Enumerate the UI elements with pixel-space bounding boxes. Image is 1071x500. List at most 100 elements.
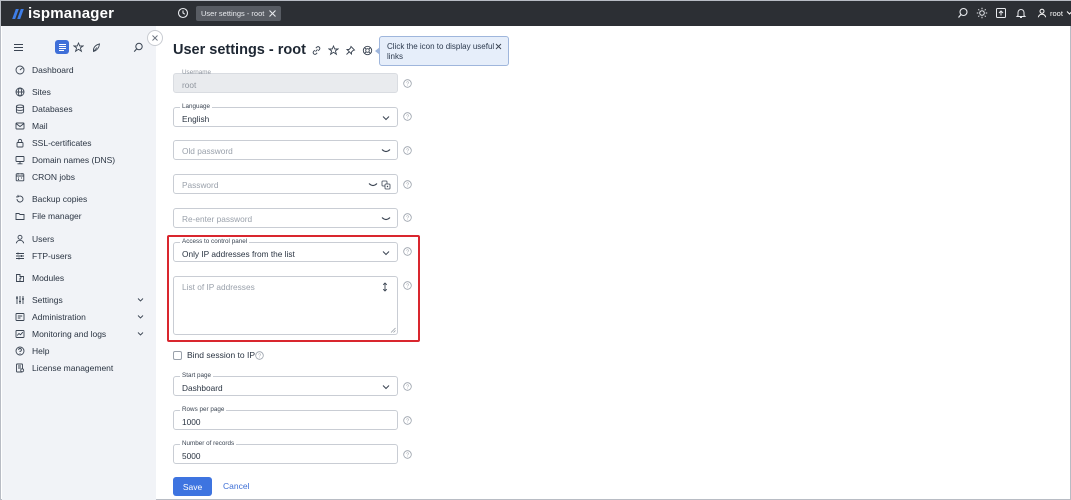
sidebar-item-modules[interactable]: Modules (2, 270, 156, 286)
page-title: User settings - root (173, 42, 306, 58)
hamburger-menu-icon[interactable] (13, 42, 24, 53)
generate-password-icon[interactable] (381, 180, 391, 190)
sidebar-item-dashboard[interactable]: Dashboard (2, 62, 156, 78)
upload-icon[interactable] (995, 7, 1007, 19)
tooltip-close-icon[interactable] (495, 43, 502, 50)
monitoring-icon (15, 330, 25, 338)
theme-sun-icon[interactable] (976, 7, 988, 19)
user-menu[interactable]: root (1037, 6, 1071, 20)
sidebar-item-license-management[interactable]: License management (2, 360, 156, 376)
star-icon[interactable] (73, 42, 84, 53)
sidebar-item-label: Modules (32, 273, 65, 283)
help-icon[interactable]: ? (403, 146, 412, 155)
mail-icon (15, 122, 25, 130)
app-window: ispmanager User settings - root root Das… (0, 0, 1071, 500)
menu-view-button[interactable] (55, 40, 69, 54)
svg-text:?: ? (406, 453, 409, 459)
ftp-icon (16, 252, 24, 260)
search-icon[interactable] (957, 7, 969, 19)
sidebar-item-sites[interactable]: Sites (2, 84, 156, 100)
svg-text:?: ? (406, 82, 409, 88)
svg-text:?: ? (406, 115, 409, 121)
lock-icon (16, 138, 24, 148)
database-icon (15, 104, 25, 114)
tab-label: User settings - root (201, 9, 265, 18)
number-of-records-field[interactable]: Number of records 5000 (173, 440, 398, 464)
sidebar-item-label: License management (32, 363, 114, 373)
language-value: English (182, 114, 210, 124)
sidebar-item-backup-copies[interactable]: Backup copies (2, 191, 156, 207)
help-icon[interactable]: ? (403, 450, 412, 459)
tooltip-text: Click the icon to display useful links (387, 42, 495, 61)
svg-text:?: ? (406, 385, 409, 391)
number-of-records-label: Number of records (180, 440, 237, 448)
password-placeholder: Password (182, 180, 219, 190)
reenter-password-field[interactable]: Re-enter password (173, 208, 398, 228)
bind-session-checkbox[interactable] (173, 351, 182, 360)
sidebar-item-mail[interactable]: Mail (2, 118, 156, 134)
eye-closed-icon[interactable] (381, 216, 391, 222)
help-icon (15, 346, 25, 356)
sidebar-search-icon[interactable] (133, 42, 144, 53)
folder-icon (15, 213, 25, 220)
collapse-sidebar-button[interactable] (147, 30, 163, 46)
rows-per-page-field[interactable]: Rows per page 1000 (173, 406, 398, 430)
history-icon[interactable] (177, 7, 189, 19)
eye-closed-icon[interactable] (381, 148, 391, 154)
help-icon[interactable]: ? (403, 180, 412, 189)
link-icon[interactable] (311, 45, 322, 56)
useful-links-icon[interactable] (362, 45, 373, 56)
help-icon[interactable]: ? (403, 79, 412, 88)
sidebar-item-ftp-users[interactable]: FTP-users (2, 248, 156, 264)
notifications-bell-icon[interactable] (1015, 7, 1027, 19)
sidebar-item-users[interactable]: Users (2, 231, 156, 247)
password-field[interactable]: Password (173, 174, 398, 194)
reenter-password-placeholder: Re-enter password (182, 214, 253, 224)
language-label: Language (180, 103, 213, 111)
sidebar-item-administration[interactable]: Administration (2, 309, 156, 325)
start-page-select[interactable]: Start page Dashboard (173, 372, 398, 396)
chevron-down-icon (382, 385, 390, 390)
favorite-star-icon[interactable] (328, 45, 339, 56)
sidebar-item-databases[interactable]: Databases (2, 101, 156, 117)
sidebar-item-monitoring-and-logs[interactable]: Monitoring and logs (2, 326, 156, 342)
administration-icon (15, 313, 25, 321)
dns-icon (15, 156, 25, 165)
sidebar-item-label: File manager (32, 211, 82, 221)
tab-close-icon[interactable] (268, 9, 277, 18)
sidebar-item-domain-names-dns[interactable]: Domain names (DNS) (2, 152, 156, 168)
sidebar-item-ssl-certificates[interactable]: SSL-certificates (2, 135, 156, 151)
sidebar-item-label: Monitoring and logs (32, 329, 107, 339)
help-icon[interactable]: ? (403, 416, 412, 425)
modules-icon (16, 274, 24, 282)
old-password-field[interactable]: Old password (173, 140, 398, 160)
tab-user-settings[interactable]: User settings - root (196, 6, 282, 21)
sidebar-item-file-manager[interactable]: File manager (2, 208, 156, 224)
help-icon[interactable]: ? (403, 213, 412, 222)
help-icon[interactable]: ? (403, 382, 412, 391)
help-icon[interactable]: ? (255, 351, 264, 360)
chevron-down-icon (137, 315, 144, 319)
sidebar-item-label: Administration (32, 312, 86, 322)
logo[interactable]: ispmanager (12, 4, 114, 22)
sidebar-toolbar (2, 40, 156, 56)
number-of-records-value: 5000 (182, 451, 201, 461)
sidebar-item-label: Sites (32, 87, 51, 97)
eye-closed-icon[interactable] (368, 182, 378, 188)
cancel-button[interactable]: Cancel (223, 477, 249, 496)
old-password-placeholder: Old password (182, 146, 233, 156)
list-icon (58, 43, 66, 51)
help-icon[interactable]: ? (403, 112, 412, 121)
sidebar-item-cron-jobs[interactable]: CRON jobs (2, 169, 156, 185)
language-select[interactable]: Language English (173, 103, 398, 127)
save-button[interactable]: Save (173, 477, 212, 496)
svg-text:?: ? (406, 183, 409, 189)
sidebar-item-label: FTP-users (32, 251, 72, 261)
sidebar-item-help[interactable]: Help (2, 343, 156, 359)
chevron-down-icon (137, 332, 144, 336)
plugins-icon[interactable] (91, 42, 102, 53)
top-bar: ispmanager User settings - root root (1, 1, 1071, 26)
sidebar-item-settings[interactable]: Settings (2, 292, 156, 308)
backup-icon (16, 194, 24, 203)
pin-icon[interactable] (345, 45, 356, 56)
